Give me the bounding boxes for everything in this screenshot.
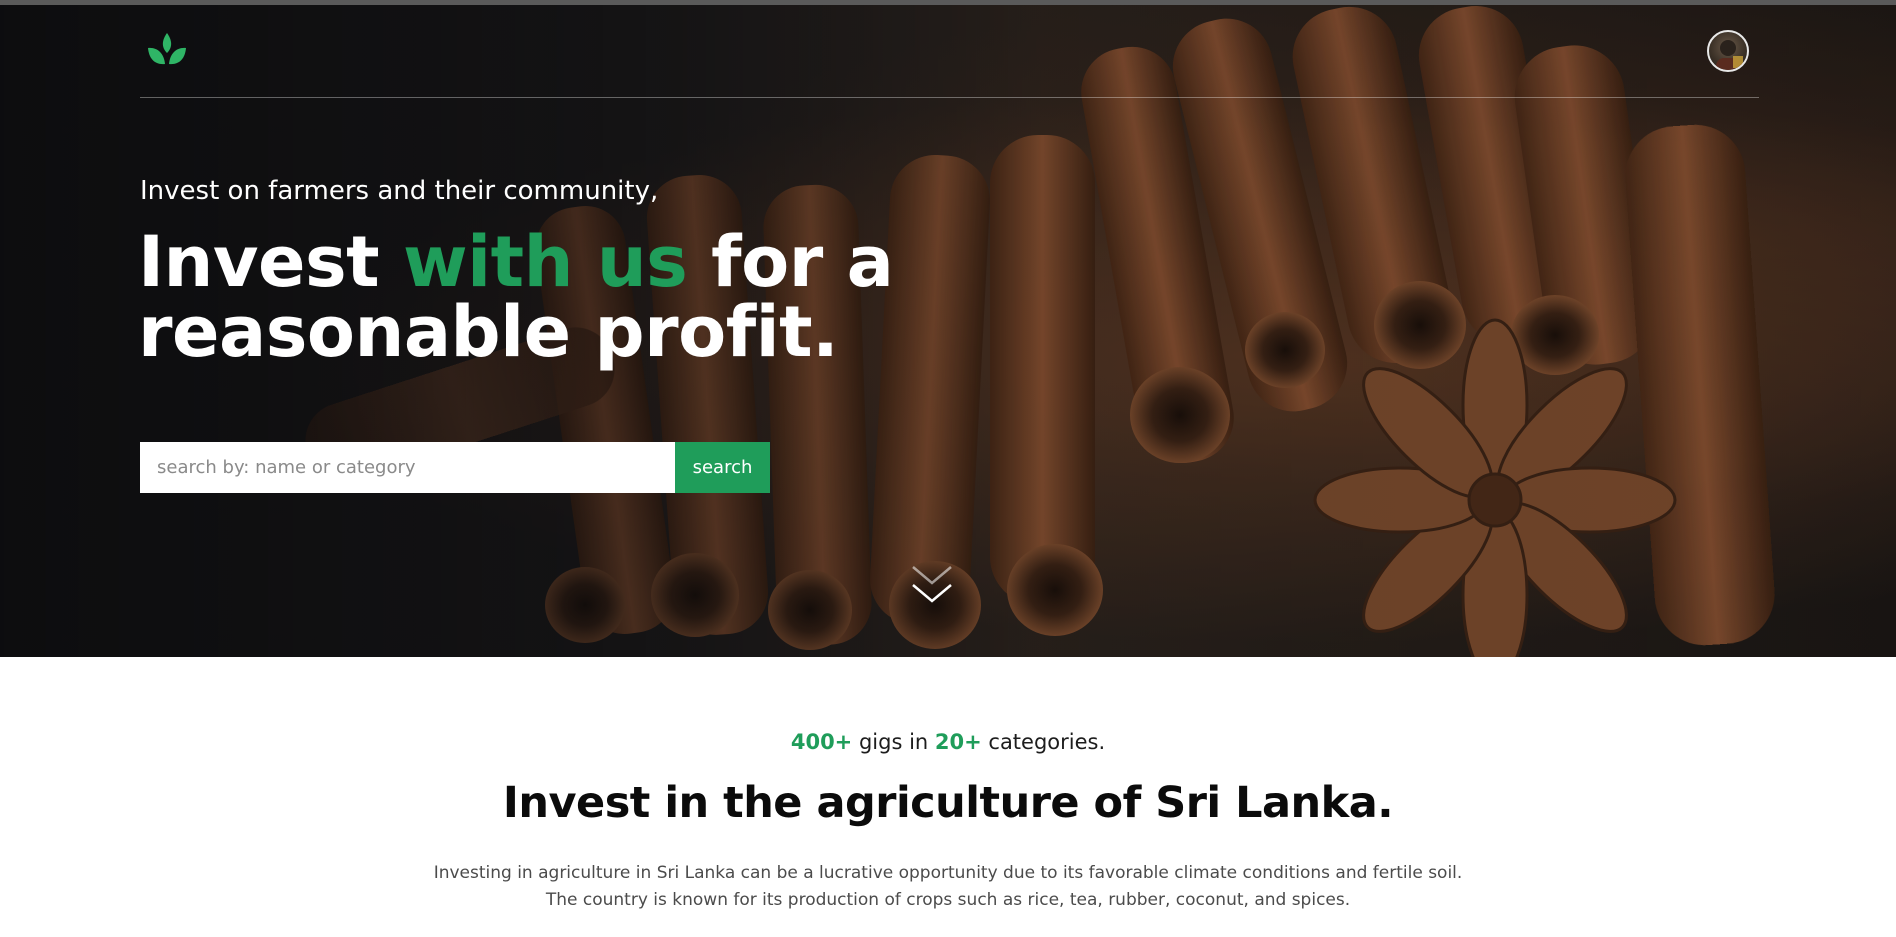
categories-text: categories.: [981, 730, 1106, 754]
hero-eyebrow: Invest on farmers and their community,: [140, 176, 659, 206]
avatar-image: [1716, 40, 1743, 70]
description-line-2: The country is known for its production …: [545, 890, 1351, 910]
stats-line: 400+ gigs in 20+ categories.: [0, 730, 1896, 754]
section-title: Invest in the agriculture of Sri Lanka.: [502, 778, 1394, 828]
user-avatar[interactable]: [1707, 30, 1749, 72]
section-description: Investing in agriculture in Sri Lanka ca…: [398, 860, 1498, 914]
top-navbar: [140, 25, 1759, 98]
leaf-logo-icon[interactable]: [144, 31, 190, 71]
hero-headline: Invest with us for a reasonable profit.: [138, 227, 938, 367]
search-input[interactable]: [140, 442, 675, 493]
gigs-count: 400+: [790, 730, 853, 754]
chevron-down-icon[interactable]: [910, 563, 954, 611]
search-button[interactable]: search: [675, 442, 770, 493]
hero-section: Invest on farmers and their community, I…: [0, 5, 1896, 657]
gigs-text: gigs in: [852, 730, 935, 754]
search-bar: search: [140, 442, 770, 493]
headline-line2: reasonable profit.: [138, 291, 839, 373]
categories-count: 20+: [934, 730, 982, 754]
description-line-1: Investing in agriculture in Sri Lanka ca…: [433, 863, 1463, 883]
